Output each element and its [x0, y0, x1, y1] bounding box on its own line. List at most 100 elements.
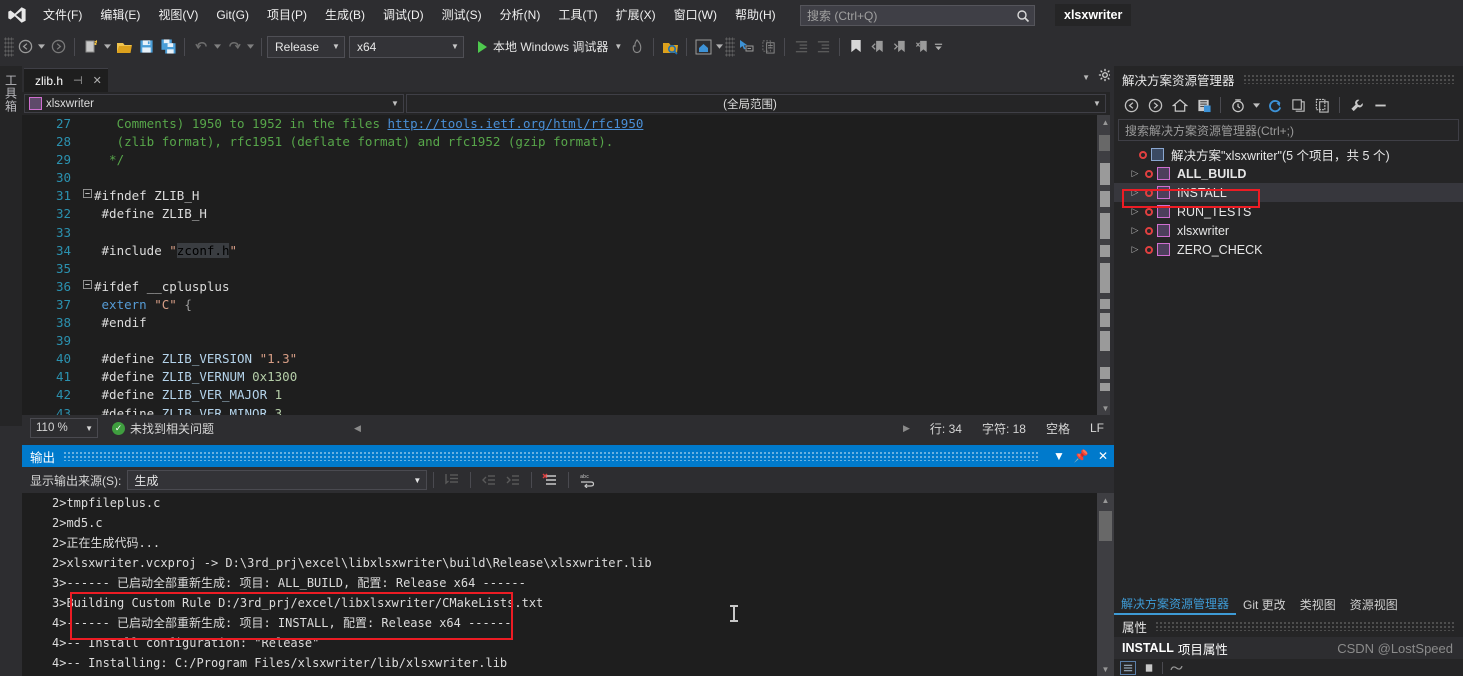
search-input[interactable]: [801, 8, 1012, 23]
start-debugging-button[interactable]: 本地 Windows 调试器 ▼: [472, 35, 626, 59]
se-show-all-files-icon[interactable]: [1311, 94, 1334, 116]
navbar-project-combo[interactable]: xlsxwriter ▼: [24, 94, 404, 113]
fold-collapse-icon[interactable]: [80, 278, 94, 296]
toggle-bookmark-icon[interactable]: [845, 35, 867, 59]
right-panel-tab-资源视图[interactable]: 资源视图: [1343, 594, 1405, 615]
tree-item-install[interactable]: ▷ INSTALL: [1114, 183, 1463, 202]
toolbar-grip[interactable]: [725, 36, 736, 57]
expand-chevron-icon[interactable]: ▷: [1128, 206, 1142, 217]
se-pending-view-icon[interactable]: [1226, 94, 1249, 116]
output-close-icon[interactable]: ✕: [1092, 449, 1114, 463]
output-pin-icon[interactable]: 📌: [1070, 449, 1092, 463]
editor-zoom-combo[interactable]: 110 % ▼: [30, 418, 98, 438]
undo-dropdown-icon[interactable]: [212, 35, 223, 59]
live-visual-tree-icon[interactable]: [757, 35, 779, 59]
se-pending-view-dropdown-icon[interactable]: [1250, 94, 1262, 116]
clear-bookmarks-icon[interactable]: [911, 35, 933, 59]
right-panel-tab-Git更改[interactable]: Git 更改: [1236, 594, 1293, 615]
menu-file[interactable]: 文件(F): [34, 3, 91, 27]
tree-item-xlsxwriter55[interactable]: 解决方案"xlsxwriter"(5 个项目，共 5 个): [1114, 145, 1463, 164]
eol-indicator[interactable]: LF: [1090, 421, 1104, 435]
solution-platform-combo[interactable]: x64 ▼: [349, 35, 464, 58]
se-pending-changes-icon[interactable]: [1192, 94, 1215, 116]
toolbar-grip[interactable]: [4, 36, 14, 57]
output-vertical-scrollbar[interactable]: ▲ ▼: [1097, 493, 1114, 676]
indentation-indicator[interactable]: 空格: [1046, 420, 1070, 437]
output-scroll-down-icon[interactable]: ▼: [1097, 662, 1114, 676]
redo-dropdown-icon[interactable]: [245, 35, 256, 59]
next-bookmark-icon[interactable]: [889, 35, 911, 59]
open-file-icon[interactable]: [113, 35, 135, 59]
navbar-scope-combo[interactable]: (全局范围) ▼: [406, 94, 1106, 113]
tree-item-xlsxwriter[interactable]: ▷ xlsxwriter: [1114, 221, 1463, 240]
solution-explorer-search[interactable]: 搜索解决方案资源管理器(Ctrl+;): [1118, 119, 1459, 141]
menu-test[interactable]: 测试(S): [433, 3, 491, 27]
se-collapse-all-icon[interactable]: [1287, 94, 1310, 116]
navigate-backward-dropdown-icon[interactable]: [36, 35, 47, 59]
menu-extensions[interactable]: 扩展(X): [607, 3, 665, 27]
navigate-forward-icon[interactable]: [47, 35, 69, 59]
menu-tools[interactable]: 工具(T): [549, 3, 606, 27]
se-home-icon[interactable]: [1168, 94, 1191, 116]
se-preview-selected-icon[interactable]: [1369, 94, 1392, 116]
new-project-dropdown-icon[interactable]: [102, 35, 113, 59]
navigate-backward-icon[interactable]: [14, 35, 36, 59]
se-back-icon[interactable]: [1120, 94, 1143, 116]
output-find-message-icon[interactable]: [440, 469, 464, 491]
menu-view[interactable]: 视图(V): [149, 3, 207, 27]
close-tab-icon[interactable]: ✕: [93, 74, 102, 87]
go-to-next-message-icon[interactable]: [501, 469, 525, 491]
menu-debug[interactable]: 调试(D): [374, 3, 433, 27]
menu-git[interactable]: Git(G): [207, 3, 258, 27]
solution-configuration-combo[interactable]: Release ▼: [267, 35, 345, 58]
menu-edit[interactable]: 编辑(E): [91, 3, 149, 27]
output-source-combo[interactable]: 生成 ▼: [127, 470, 428, 490]
menu-project[interactable]: 项目(P): [258, 3, 316, 27]
hot-reload-icon[interactable]: [626, 35, 648, 59]
undo-icon[interactable]: [190, 35, 212, 59]
tree-item-all_build[interactable]: ▷ ALL_BUILD: [1114, 164, 1463, 183]
se-properties-wrench-icon[interactable]: [1345, 94, 1368, 116]
menu-analyze[interactable]: 分析(N): [491, 3, 550, 27]
document-tab-zlib-h[interactable]: zlib.h ⊣ ✕: [24, 68, 108, 92]
fold-collapse-icon[interactable]: [80, 187, 94, 205]
alphabetical-view-icon[interactable]: [1141, 661, 1157, 675]
output-text-content[interactable]: 2>tmpfileplus.c 2>md5.c 2>正在生成代码... 2>xlsxw…: [22, 493, 1097, 676]
select-element-icon[interactable]: [735, 35, 757, 59]
pin-tab-icon[interactable]: ⊣: [73, 74, 83, 87]
right-panel-tab-类视图[interactable]: 类视图: [1293, 594, 1343, 615]
code-text-area[interactable]: 27 Comments) 1950 to 1952 in the files h…: [22, 115, 1114, 415]
expand-chevron-icon[interactable]: ▷: [1128, 187, 1142, 198]
solution-home-icon[interactable]: [692, 35, 714, 59]
previous-bookmark-icon[interactable]: [867, 35, 889, 59]
redo-icon[interactable]: [223, 35, 245, 59]
find-in-files-icon[interactable]: [659, 35, 681, 59]
properties-events-icon[interactable]: [1168, 661, 1184, 675]
menu-window[interactable]: 窗口(W): [665, 3, 726, 27]
se-forward-icon[interactable]: [1144, 94, 1167, 116]
new-project-icon[interactable]: [80, 35, 102, 59]
go-to-previous-message-icon[interactable]: [477, 469, 501, 491]
clear-all-icon[interactable]: [538, 469, 562, 491]
expand-chevron-icon[interactable]: ▷: [1128, 168, 1142, 179]
expand-chevron-icon[interactable]: ▷: [1128, 244, 1142, 255]
right-panel-tab-解决方案资源管理器[interactable]: 解决方案资源管理器: [1114, 594, 1237, 615]
categorized-view-icon[interactable]: [1120, 660, 1136, 675]
tree-item-run_tests[interactable]: ▷ RUN_TESTS: [1114, 202, 1463, 221]
save-icon[interactable]: [135, 35, 157, 59]
save-all-icon[interactable]: [157, 35, 179, 59]
issues-prev-arrow-icon[interactable]: ◀: [354, 423, 361, 434]
solution-home-dropdown-icon[interactable]: [714, 35, 725, 59]
tree-item-zero_check[interactable]: ▷ ZERO_CHECK: [1114, 240, 1463, 259]
se-refresh-icon[interactable]: [1263, 94, 1286, 116]
expand-chevron-icon[interactable]: ▷: [1128, 225, 1142, 236]
issues-next-arrow-icon[interactable]: ▶: [903, 423, 910, 434]
tab-overflow-chevron-icon[interactable]: ▼: [1082, 73, 1090, 82]
menu-help[interactable]: 帮助(H): [726, 3, 785, 27]
menu-build[interactable]: 生成(B): [316, 3, 374, 27]
toggle-word-wrap-icon[interactable]: abc: [575, 469, 599, 491]
toolbar-overflow-icon[interactable]: [933, 35, 944, 59]
output-window-menu-icon[interactable]: ▼: [1048, 449, 1070, 463]
toolbox-tab[interactable]: 工具箱: [0, 66, 22, 426]
decrease-indent-icon[interactable]: [790, 35, 812, 59]
